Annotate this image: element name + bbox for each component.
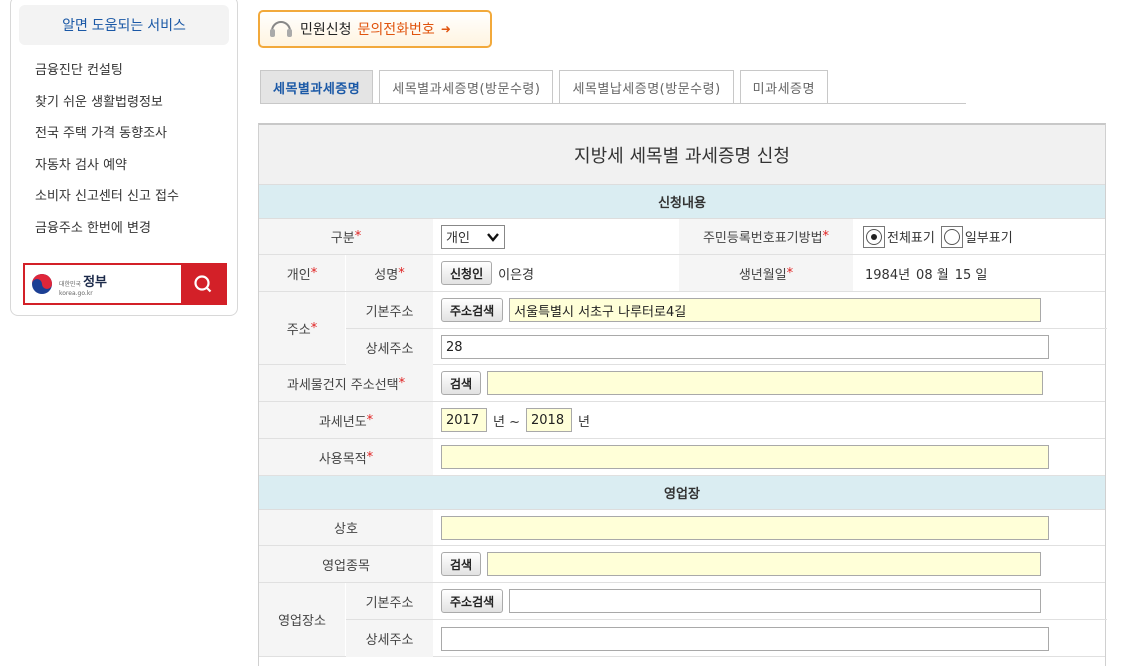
application-form: 지방세 세목별 과세증명 신청 신청내용 구분 * 개인 주민등록번호표기방법 * … [258,123,1107,666]
birthdate-label: 생년월일 * [679,255,853,291]
name-label: 성명 * [346,255,433,291]
purpose-input[interactable] [441,445,1049,469]
gov-search-banner[interactable]: 대한민국 정부 korea.go.kr [23,263,227,305]
property-search-button[interactable]: 검색 [441,371,482,395]
row-division: 구분 * 개인 주민등록번호표기방법 * 전체표기 일부표기 [259,219,1105,255]
row-address: 주소 * 기본주소 주소검색 서울특별시 서초구 나루터로4길 상세주소 28 [259,292,1107,365]
rrn-partial-radio[interactable] [940,225,963,248]
tax-year-from-input[interactable]: 2017 [441,408,487,432]
address-search-button[interactable]: 주소검색 [441,298,504,322]
tab-tax-payment-visit[interactable]: 세목별납세증명(방문수령) [559,70,734,103]
sidebar-item-car-inspection[interactable]: 자동차 검사 예약 [35,158,237,190]
trade-name-input[interactable] [441,515,1049,540]
address-label: 주소 * [259,292,345,364]
gov-search-button[interactable] [181,265,225,303]
section-business: 영업장 [259,476,1105,510]
gov-logo-brand: 정부 [83,275,108,290]
name-value: 이은경 [498,267,535,283]
sidebar-item-life-law[interactable]: 찾기 쉬운 생활법령정보 [35,95,237,127]
bp-basic-address-input[interactable] [509,589,1042,613]
taegeuk-icon [32,274,52,294]
birth-month: 08 월 [916,267,949,283]
basic-address-input[interactable]: 서울특별시 서초구 나루터로4길 [509,298,1042,322]
sidebar: 알면 도움되는 서비스 금융진단 컨설팅 찾기 쉬운 생활법령정보 전국 주택 … [10,0,238,316]
row-personal: 개인 * 성명 * 신청인 이은경 생년월일 * 1984년 08 월 15 일 [259,255,1105,292]
tab-non-taxation[interactable]: 미과세증명 [739,70,828,103]
trade-name-label: 상호 [259,510,433,545]
headset-icon [270,21,292,37]
tab-tax-certificate-visit[interactable]: 세목별과세증명(방문수령) [379,70,554,103]
inquiry-phone-button[interactable]: 민원신청 문의전화번호 ➜ [258,10,492,48]
tax-year-label: 과세년도 * [259,402,433,438]
bp-detail-address-label: 상세주소 [346,620,433,657]
tab-bar: 세목별과세증명 세목별과세증명(방문수령) 세목별납세증명(방문수령) 미과세증… [260,70,966,104]
birth-year: 1984년 [865,267,911,283]
sidebar-item-housing-price[interactable]: 전국 주택 가격 동향조사 [35,126,237,158]
search-icon [194,275,212,293]
sidebar-item-financial-consulting[interactable]: 금융진단 컨설팅 [35,63,237,95]
sidebar-heading: 알면 도움되는 서비스 [19,5,229,45]
tax-year-to-input[interactable]: 2018 [526,408,572,432]
business-type-search-button[interactable]: 검색 [441,552,482,576]
personal-label: 개인 * [259,255,345,291]
chevron-down-icon [487,232,499,242]
row-business-place: 영업장소 기본주소 주소검색 상세주소 [259,583,1107,657]
row-tax-year: 과세년도 * 2017 년 ~ 2018 년 [259,402,1105,439]
business-place-label: 영업장소 [259,583,345,656]
business-type-input[interactable] [487,552,1042,576]
division-label: 구분 * [259,219,433,254]
detail-address-label: 상세주소 [346,329,433,365]
bp-detail-address-input[interactable] [441,626,1049,651]
sidebar-item-consumer-report[interactable]: 소비자 신고센터 신고 접수 [35,189,237,221]
rrn-display-label: 주민등록번호표기방법 * [679,219,853,254]
property-address-label: 과세물건지 주소선택 * [259,365,433,401]
property-address-input[interactable] [487,371,1044,395]
year-unit: 년 [578,414,590,430]
sidebar-item-financial-address[interactable]: 금융주소 한번에 변경 [35,221,237,253]
purpose-label: 사용목적 * [259,439,433,475]
year-unit-range: 년 ~ [493,414,520,430]
gov-logo: 대한민국 정부 korea.go.kr [25,265,181,303]
bp-basic-address-label: 기본주소 [346,583,433,619]
basic-address-label: 기본주소 [346,292,433,328]
applicant-button[interactable]: 신청인 [441,261,493,285]
business-type-label: 영업종목 [259,546,433,582]
rrn-full-radio[interactable] [863,225,885,248]
phone-label-complaint: 민원신청 [300,22,352,38]
gov-logo-prefix: 대한민국 [59,281,82,288]
rrn-partial-label: 일부표기 [964,231,1013,246]
rrn-full-label: 전체표기 [887,231,935,246]
arrow-right-icon: ➜ [440,22,451,36]
birth-day: 15 일 [954,267,988,283]
row-property-address: 과세물건지 주소선택 * 검색 [259,365,1105,402]
gov-logo-sub: korea.go.kr [59,290,93,297]
row-purpose: 사용목적 * [259,439,1105,476]
form-title: 지방세 세목별 과세증명 신청 [259,125,1105,185]
section-application-content: 신청내용 [259,185,1105,219]
row-business-type: 영업종목 검색 [259,546,1105,583]
phone-label-inquiry: 문의전화번호 [357,22,435,38]
sidebar-list: 금융진단 컨설팅 찾기 쉬운 생활법령정보 전국 주택 가격 동향조사 자동차 … [11,63,237,252]
row-trade-name: 상호 [259,510,1105,546]
bp-address-search-button[interactable]: 주소검색 [441,589,504,613]
division-select[interactable]: 개인 [441,224,505,249]
tab-tax-certificate[interactable]: 세목별과세증명 [260,70,374,103]
detail-address-input[interactable]: 28 [441,335,1049,359]
